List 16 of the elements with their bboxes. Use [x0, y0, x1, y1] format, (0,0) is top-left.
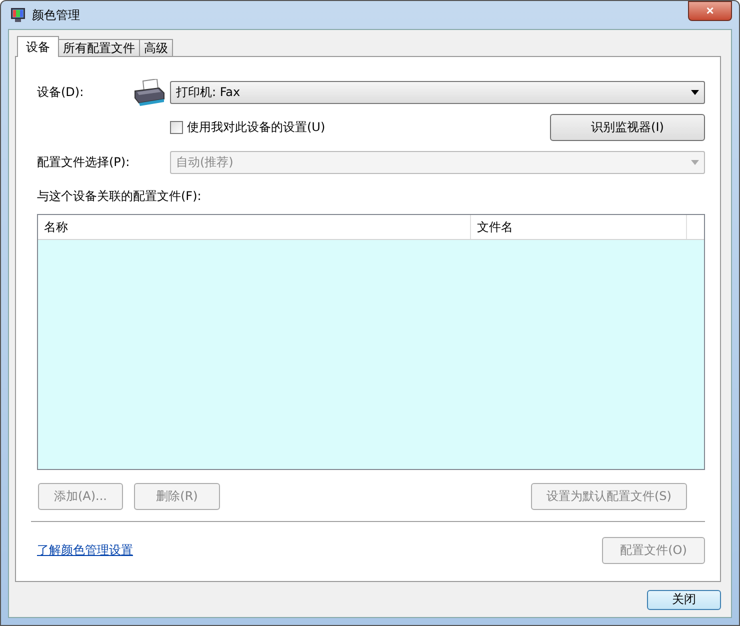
tab[interactable]: 高级: [139, 39, 173, 57]
window-title: 颜色管理: [32, 6, 81, 24]
identify-monitor-button[interactable]: 识别监视器(I): [550, 114, 705, 141]
column-header[interactable]: 文件名: [471, 215, 687, 239]
close-dialog-button[interactable]: 关闭: [647, 590, 721, 610]
learn-more-link[interactable]: 了解颜色管理设置: [37, 542, 602, 559]
associated-profiles-label: 与这个设备关联的配置文件(F):: [37, 188, 202, 205]
device-label: 设备(D):: [37, 84, 85, 101]
device-dropdown[interactable]: 打印机: Fax: [170, 81, 705, 104]
use-settings-checkbox[interactable]: 使用我对此设备的设置(U): [170, 119, 550, 136]
printer-icon: [133, 78, 165, 106]
tab[interactable]: 设备: [17, 36, 59, 57]
profile-selection-label: 配置文件选择(P):: [37, 154, 131, 170]
tab[interactable]: 所有配置文件: [58, 39, 140, 57]
monitor-icon: [10, 7, 26, 23]
column-header[interactable]: 名称: [38, 215, 471, 239]
